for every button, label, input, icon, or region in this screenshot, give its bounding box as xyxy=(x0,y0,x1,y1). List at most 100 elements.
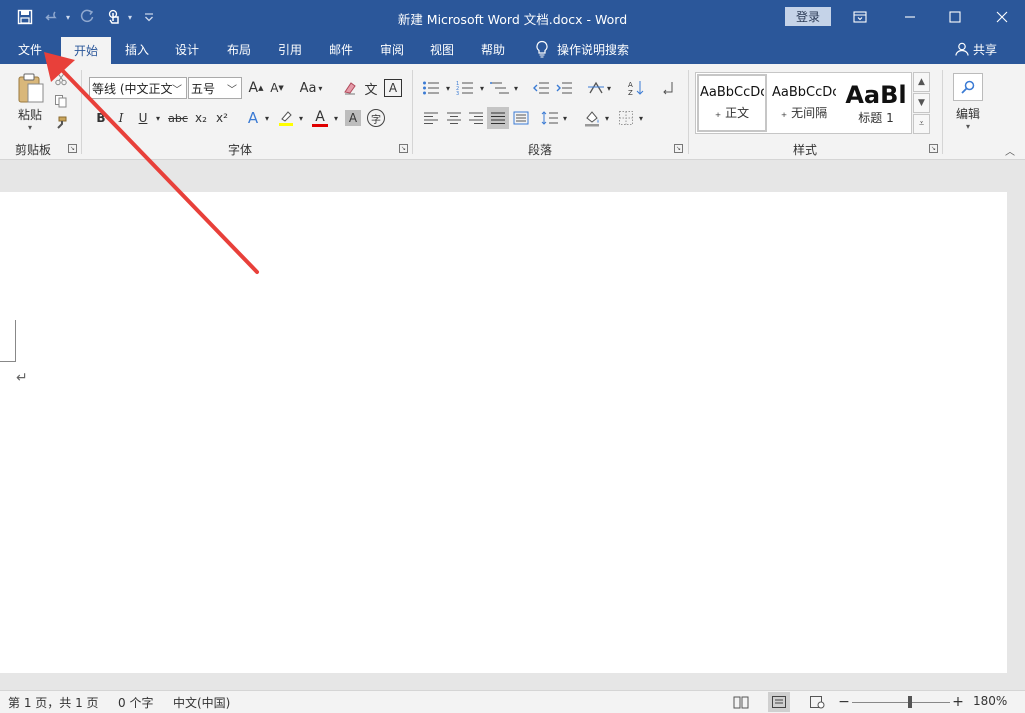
page-count[interactable]: 第 1 页，共 1 页 xyxy=(8,694,99,711)
italic-button[interactable]: I xyxy=(113,107,129,129)
char-shading-button[interactable]: A xyxy=(345,110,361,126)
tab-layout[interactable]: 布局 xyxy=(214,34,264,64)
ribbon-display-icon[interactable] xyxy=(837,0,883,34)
highlight-dropdown-icon[interactable]: ▾ xyxy=(296,107,306,129)
font-size-combo[interactable]: 五号 ﹀ xyxy=(188,77,242,99)
paragraph-launcher-icon[interactable]: ↘ xyxy=(674,144,683,153)
text-effects-dropdown-icon[interactable]: ▾ xyxy=(262,107,272,129)
tab-help[interactable]: 帮助 xyxy=(468,34,518,64)
line-spacing-icon[interactable] xyxy=(539,107,561,129)
ribbon: 粘贴 ▾ 剪贴板 ↘ 等线 (中文正文 ﹀ 五号 ﹀ A ▲ A ▼ Aa ▾ 文 A… xyxy=(0,64,1025,160)
multilevel-dropdown-icon[interactable]: ▾ xyxy=(512,77,520,99)
subscript-button[interactable]: x₂ xyxy=(192,107,210,129)
char-border-button[interactable]: A xyxy=(384,79,402,97)
numbering-dropdown-icon[interactable]: ▾ xyxy=(478,77,486,99)
zoom-in-button[interactable]: + xyxy=(952,693,964,711)
decrease-indent-icon[interactable] xyxy=(530,77,552,99)
editing-dropdown-icon[interactable]: ▾ xyxy=(966,122,970,131)
login-button[interactable]: 登录 xyxy=(785,7,831,26)
underline-dropdown-icon[interactable]: ▾ xyxy=(153,107,163,129)
styles-launcher-icon[interactable]: ↘ xyxy=(929,144,938,153)
print-layout-icon[interactable] xyxy=(768,692,790,712)
paste-button[interactable]: 粘贴 ▾ xyxy=(10,70,50,134)
borders-icon[interactable] xyxy=(615,107,637,129)
tab-references[interactable]: 引用 xyxy=(265,34,315,64)
tab-review[interactable]: 审阅 xyxy=(367,34,417,64)
format-painter-icon[interactable] xyxy=(52,114,70,132)
read-mode-icon[interactable] xyxy=(732,693,750,711)
chinese-layout-icon[interactable] xyxy=(585,77,607,99)
zoom-level[interactable]: 180% xyxy=(973,694,1007,708)
tab-design[interactable]: 设计 xyxy=(162,34,212,64)
text-effects-button[interactable]: A xyxy=(244,107,262,129)
shading-dropdown-icon[interactable]: ▾ xyxy=(603,107,611,129)
superscript-button[interactable]: x² xyxy=(213,107,231,129)
word-count[interactable]: 0 个字 xyxy=(118,694,153,711)
zoom-out-button[interactable]: − xyxy=(838,693,850,711)
document-page[interactable]: ↵ xyxy=(0,192,1007,673)
sort-icon[interactable]: AZ xyxy=(625,77,647,99)
collapse-ribbon-icon[interactable]: ︿ xyxy=(1002,144,1018,158)
phonetic-guide-icon[interactable]: 文 xyxy=(361,77,381,99)
chinese-layout-dropdown-icon[interactable]: ▾ xyxy=(605,77,613,99)
tab-home[interactable]: 开始 xyxy=(61,37,111,64)
tab-file[interactable]: 文件 xyxy=(5,34,55,64)
zoom-slider-track[interactable] xyxy=(852,702,950,703)
font-color-dropdown-icon[interactable]: ▾ xyxy=(331,107,341,129)
align-center-icon[interactable] xyxy=(443,107,465,129)
font-color-button[interactable]: A xyxy=(311,107,329,129)
copy-icon[interactable] xyxy=(52,92,70,110)
styles-scroll-up-icon[interactable]: ▲ xyxy=(913,72,930,92)
share-button[interactable]: 共享 xyxy=(955,34,997,64)
underline-button[interactable]: U xyxy=(135,107,151,129)
font-name-value: 等线 (中文正文 xyxy=(92,81,172,96)
justify-icon[interactable] xyxy=(487,107,509,129)
tab-mailings[interactable]: 邮件 xyxy=(316,34,366,64)
paste-dropdown-icon[interactable]: ▾ xyxy=(28,123,32,132)
font-launcher-icon[interactable]: ↘ xyxy=(399,144,408,153)
clear-formatting-icon[interactable] xyxy=(340,77,360,99)
style-no-spacing[interactable]: AaBbCcDc ₊ 无间隔 xyxy=(769,74,839,132)
grow-font-button[interactable]: A ▲ xyxy=(246,77,266,99)
clipboard-launcher-icon[interactable]: ↘ xyxy=(68,144,77,153)
styles-scroll-down-icon[interactable]: ▼ xyxy=(913,93,930,113)
enclose-characters-button[interactable]: 字 xyxy=(367,109,385,127)
styles-more-icon[interactable]: ⩡ xyxy=(913,114,930,134)
numbering-icon[interactable]: 123 xyxy=(454,77,478,99)
web-layout-icon[interactable] xyxy=(808,693,826,711)
language-indicator[interactable]: 中文(中国) xyxy=(173,694,230,711)
styles-gallery: AaBbCcDc ₊ 正文 AaBbCcDc ₊ 无间隔 AaBl 标题 1 xyxy=(695,72,912,134)
style-heading-1[interactable]: AaBl 标题 1 xyxy=(841,74,911,132)
close-icon[interactable] xyxy=(979,0,1025,34)
shading-icon[interactable] xyxy=(581,107,603,129)
highlight-icon[interactable] xyxy=(276,107,296,129)
change-case-button[interactable]: Aa ▾ xyxy=(296,77,326,99)
multilevel-list-icon[interactable] xyxy=(488,77,512,99)
tell-me-search[interactable]: 操作说明搜索 xyxy=(535,34,629,64)
bold-button[interactable]: B xyxy=(93,107,109,129)
font-name-combo[interactable]: 等线 (中文正文 ﹀ xyxy=(89,77,187,99)
vertical-scrollbar[interactable] xyxy=(1007,160,1025,690)
cut-icon[interactable] xyxy=(52,70,70,88)
show-hide-marks-icon[interactable] xyxy=(657,77,679,99)
chevron-down-icon[interactable]: ﹀ xyxy=(224,78,240,98)
align-left-icon[interactable] xyxy=(420,107,442,129)
zoom-slider-thumb[interactable] xyxy=(908,696,912,708)
strikethrough-button[interactable]: abc xyxy=(166,107,190,129)
increase-indent-icon[interactable] xyxy=(553,77,575,99)
borders-dropdown-icon[interactable]: ▾ xyxy=(637,107,645,129)
minimize-icon[interactable] xyxy=(887,0,933,34)
style-normal[interactable]: AaBbCcDc ₊ 正文 xyxy=(697,74,767,132)
bullets-dropdown-icon[interactable]: ▾ xyxy=(444,77,452,99)
chevron-down-icon[interactable]: ﹀ xyxy=(169,78,185,98)
line-spacing-dropdown-icon[interactable]: ▾ xyxy=(561,107,569,129)
tab-view[interactable]: 视图 xyxy=(417,34,467,64)
bullets-icon[interactable] xyxy=(420,77,444,99)
distributed-icon[interactable] xyxy=(510,107,532,129)
maximize-icon[interactable] xyxy=(932,0,978,34)
ruler-area xyxy=(0,160,1007,190)
align-right-icon[interactable] xyxy=(465,107,487,129)
shrink-font-button[interactable]: A ▼ xyxy=(267,77,287,99)
tab-insert[interactable]: 插入 xyxy=(112,34,162,64)
editing-button[interactable]: 编辑 ▾ xyxy=(950,70,986,134)
